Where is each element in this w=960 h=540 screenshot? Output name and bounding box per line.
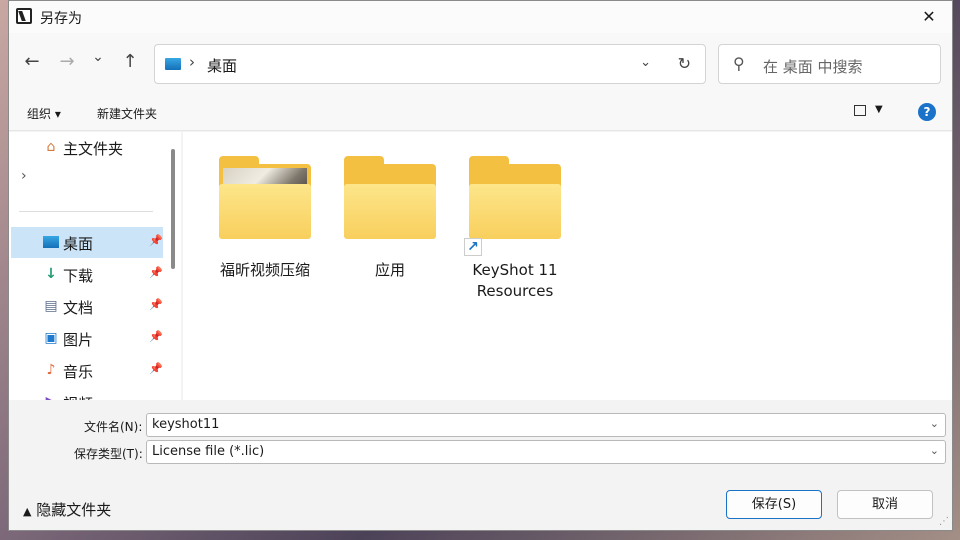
folder-name: 应用 <box>374 261 405 279</box>
filename-input[interactable]: keyshot11 ⌄ <box>146 413 946 437</box>
document-icon: ▤ <box>44 298 58 314</box>
save-as-dialog: 另存为 ✕ ← → ⌄ ↑ › 桌面 ⌄ ↻ ⚲ 在 桌面 中搜索 组织 ▾ 新… <box>8 0 953 531</box>
chevron-down-icon[interactable]: ⌄ <box>930 444 939 457</box>
sidebar-item-documents[interactable]: ▤ 文档 📌 <box>11 291 163 322</box>
folder-name: 福昕视频压缩 <box>219 261 310 279</box>
sidebar-item-videos[interactable]: ▶ 视频 <box>11 387 163 400</box>
recent-locations-button[interactable]: ⌄ <box>85 49 111 65</box>
view-dropdown-icon[interactable]: ▼ <box>875 104 883 115</box>
sidebar-item-desktop[interactable]: 桌面 📌 <box>11 227 163 258</box>
music-icon: ♪ <box>46 362 56 378</box>
navigation-pane: ⌂ 主文件夹 › 桌面 📌 ↓ 下载 📌 ▤ 文档 📌 ▣ 图片 📌 ♪ 音乐 <box>9 132 181 400</box>
dialog-title: 另存为 <box>40 11 82 27</box>
desktop-icon <box>165 58 181 70</box>
chevron-up-icon: ▲ <box>23 505 32 518</box>
refresh-icon[interactable]: ↻ <box>678 54 691 73</box>
chevron-right-icon[interactable]: › <box>21 168 27 184</box>
filetype-select[interactable]: License file (*.lic) ⌄ <box>146 440 946 464</box>
breadcrumb-separator: › <box>189 53 195 71</box>
sidebar-scrollbar[interactable] <box>171 149 175 269</box>
search-icon: ⚲ <box>733 54 745 73</box>
up-button[interactable]: ↑ <box>117 51 143 72</box>
pin-icon[interactable]: 📌 <box>149 298 163 311</box>
view-options-icon[interactable] <box>854 105 866 116</box>
sidebar-item-music[interactable]: ♪ 音乐 📌 <box>11 355 163 386</box>
pin-icon[interactable]: 📌 <box>149 234 163 247</box>
back-button[interactable]: ← <box>19 51 45 72</box>
file-list: 福昕视频压缩 应用 ↗ KeyShot 11 Resources <box>183 132 952 400</box>
filetype-label: 保存类型(T): <box>74 447 143 461</box>
cancel-button[interactable]: 取消 <box>837 490 933 519</box>
search-input[interactable]: 在 桌面 中搜索 <box>763 56 863 77</box>
address-bar[interactable]: › 桌面 ⌄ ↻ <box>154 44 706 84</box>
hide-folders-toggle[interactable]: ▲ 隐藏文件夹 <box>23 499 111 520</box>
help-icon[interactable]: ? <box>918 103 936 121</box>
pictures-icon: ▣ <box>44 330 58 346</box>
sidebar-item-downloads[interactable]: ↓ 下载 📌 <box>11 259 163 290</box>
app-icon <box>16 8 32 24</box>
forward-button[interactable]: → <box>54 51 80 72</box>
sidebar-item-home[interactable]: ⌂ 主文件夹 <box>11 132 163 163</box>
organize-button[interactable]: 组织 ▾ <box>27 105 61 122</box>
folder-item[interactable]: 福昕视频压缩 <box>199 144 319 294</box>
breadcrumb-desktop[interactable]: 桌面 <box>207 55 237 76</box>
new-folder-button[interactable]: 新建文件夹 <box>97 105 157 122</box>
resize-grip-icon[interactable]: ⋰ <box>939 516 949 527</box>
pin-icon[interactable]: 📌 <box>149 362 163 375</box>
sidebar-divider <box>19 211 153 212</box>
filename-label: 文件名(N): <box>84 420 143 434</box>
pin-icon[interactable]: 📌 <box>149 330 163 343</box>
pin-icon[interactable]: 📌 <box>149 266 163 279</box>
sidebar-item-pictures[interactable]: ▣ 图片 📌 <box>11 323 163 354</box>
search-box[interactable]: ⚲ 在 桌面 中搜索 <box>718 44 941 84</box>
folder-name: KeyShot 11 Resources <box>472 261 558 300</box>
address-dropdown-icon[interactable]: ⌄ <box>640 55 651 70</box>
shortcut-arrow-icon: ↗ <box>464 238 482 256</box>
close-button[interactable]: ✕ <box>906 1 952 33</box>
title-bar: 另存为 ✕ <box>9 1 952 33</box>
folder-item[interactable]: ↗ KeyShot 11 Resources <box>449 144 569 300</box>
save-button[interactable]: 保存(S) <box>726 490 822 519</box>
home-icon: ⌂ <box>46 139 56 155</box>
desktop-icon <box>43 234 59 250</box>
chevron-down-icon[interactable]: ⌄ <box>930 417 939 430</box>
download-icon: ↓ <box>45 266 57 282</box>
folder-item[interactable]: 应用 <box>324 144 444 294</box>
